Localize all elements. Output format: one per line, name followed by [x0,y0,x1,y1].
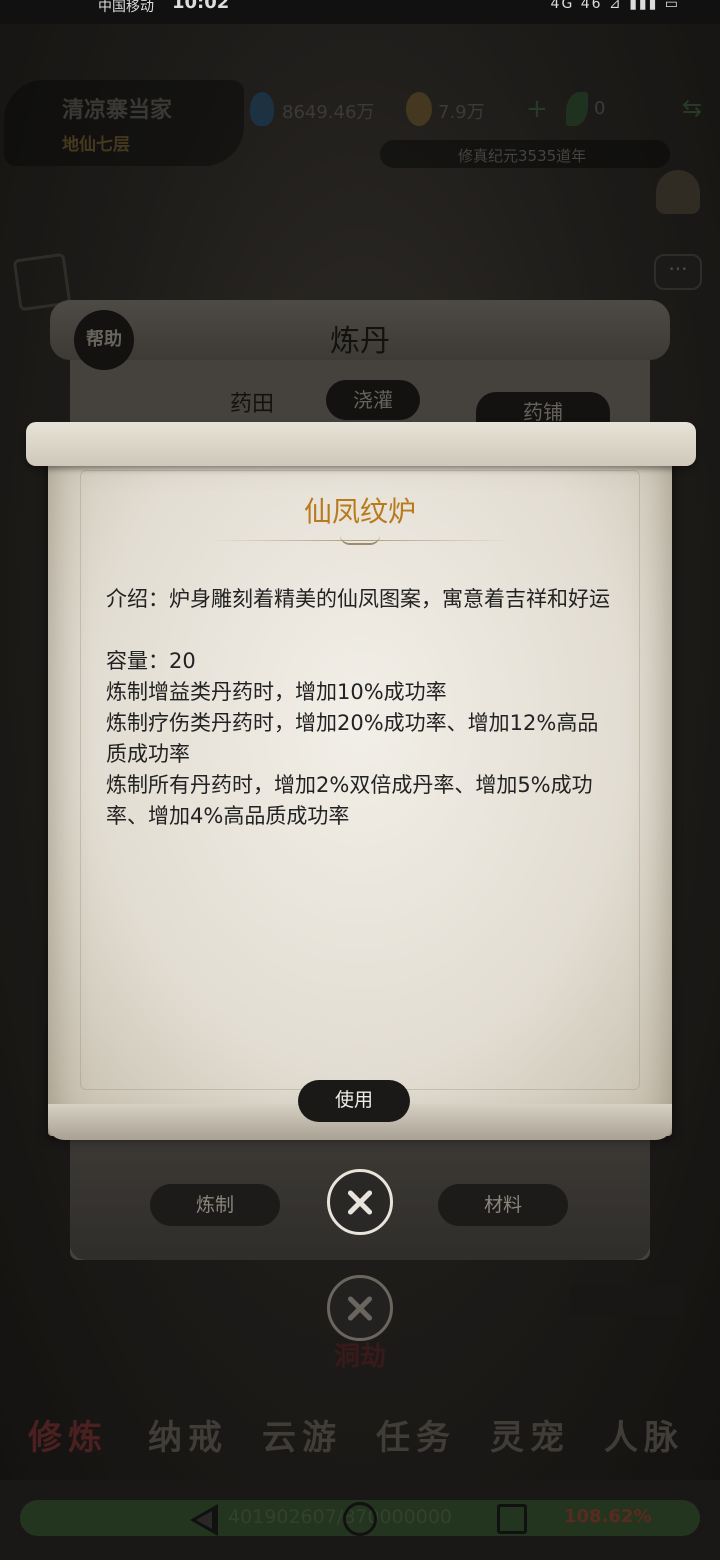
item-effect: 炼制疗伤类丹药时，增加20%成功率、增加12%高品质成功率 [106,711,599,766]
game-nav: 修炼 纳戒 云游 任务 灵宠 人脉 [0,1410,720,1470]
divider-ornament [340,535,380,545]
nav-tasks[interactable]: 任务 [376,1410,456,1459]
item-name: 仙凤纹炉 [303,495,416,528]
recent-apps-icon[interactable] [497,1504,527,1534]
scroll-top-roll [26,422,696,466]
use-button[interactable]: 使用 [298,1080,410,1122]
nav-cultivate[interactable]: 修炼 [28,1410,108,1459]
nav-contacts[interactable]: 人脉 [604,1410,684,1459]
materials-button[interactable]: 材料 [438,1184,568,1226]
home-icon[interactable] [343,1502,377,1536]
status-icons: 4G 46 ⊿ ▮▮▮ ▭ [550,0,680,12]
item-intro: 介绍：炉身雕刻着精美的仙凤图案，寓意着吉祥和好运 [106,587,610,611]
dim-panel [570,1286,682,1316]
under-label: 洞劫 [333,1342,386,1372]
item-effect: 炼制增益类丹药时，增加10%成功率 [106,680,447,704]
back-icon-inner [196,1511,212,1529]
item-effect: 炼制所有丹药时，增加2%双倍成丹率、增加5%成功率、增加4%高品质成功率 [106,773,593,828]
nav-ring[interactable]: 纳戒 [148,1410,228,1459]
close-panel-button[interactable] [327,1275,393,1341]
status-bar: 中国移动 10:02 4G 46 ⊿ ▮▮▮ ▭ [0,0,720,24]
carrier-label: 中国移动 [98,0,154,15]
item-description: 介绍：炉身雕刻着精美的仙凤图案，寓意着吉祥和好运 容量：20 炼制增益类丹药时，… [106,584,616,832]
close-dialog-button[interactable] [327,1169,393,1235]
refine-button[interactable]: 炼制 [150,1184,280,1226]
item-capacity: 容量：20 [106,649,196,673]
clock: 10:02 [172,0,230,13]
nav-pets[interactable]: 灵宠 [490,1410,570,1459]
android-nav-bar [0,1480,720,1560]
nav-travel[interactable]: 云游 [262,1410,342,1459]
